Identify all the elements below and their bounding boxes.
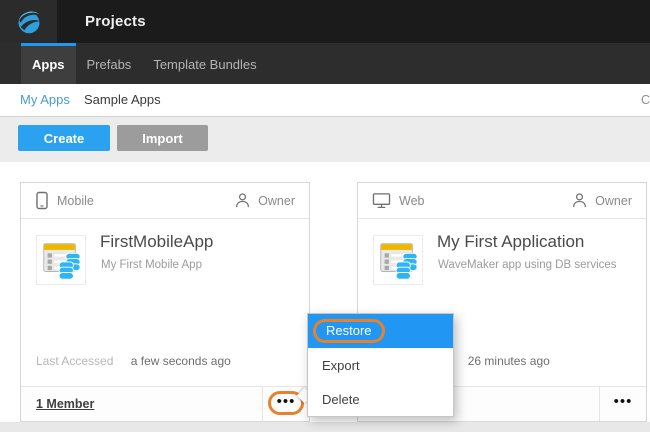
page-title: Projects <box>85 0 146 43</box>
wavemaker-logo[interactable] <box>0 0 57 43</box>
members-link[interactable]: 1 Member <box>36 397 94 411</box>
card-body: FirstMobileApp My First Mobile App Last … <box>21 219 309 386</box>
subnav-sample-apps[interactable]: Sample Apps <box>84 84 161 116</box>
tab-prefabs[interactable]: Prefabs <box>76 43 143 84</box>
page-background-strip <box>0 422 650 432</box>
sort-label-clipped[interactable]: Cr <box>641 84 650 116</box>
owner-badge: Owner <box>234 192 295 209</box>
last-accessed-value: a few seconds ago <box>131 354 231 368</box>
wavemaker-logo-icon <box>14 7 44 37</box>
mobile-icon <box>35 191 49 210</box>
app-description: WaveMaker app using DB services <box>438 259 617 271</box>
menu-item-export[interactable]: Export <box>308 348 453 382</box>
last-accessed-row: Last Accessed a few seconds ago <box>36 354 231 368</box>
person-icon <box>234 192 251 209</box>
app-name[interactable]: FirstMobileApp <box>100 232 213 252</box>
card-header: Web Owner <box>358 183 646 219</box>
context-menu: Restore Export Delete <box>307 313 454 417</box>
card-header: Mobile Owner <box>21 183 309 219</box>
tab-template-bundles[interactable]: Template Bundles <box>142 43 267 84</box>
owner-label: Owner <box>258 194 295 208</box>
menu-item-delete[interactable]: Delete <box>308 382 453 416</box>
annotation-ellipse-restore: Restore <box>313 319 385 343</box>
app-name[interactable]: My First Application <box>437 232 584 252</box>
members-cell: 1 Member <box>21 387 262 421</box>
app-description: My First Mobile App <box>101 259 202 271</box>
app-window-db-icon <box>38 237 84 283</box>
actions-toolbar: Create Import <box>0 117 650 162</box>
ellipsis-icon: ••• <box>277 397 296 411</box>
app-header: Projects <box>0 0 650 43</box>
app-window-db-icon <box>375 237 421 283</box>
web-icon <box>372 192 391 209</box>
last-accessed-label: Last Accessed <box>36 354 113 368</box>
import-button[interactable]: Import <box>117 125 208 151</box>
owner-label: Owner <box>595 194 632 208</box>
menu-item-restore[interactable]: Restore <box>308 314 453 348</box>
tab-apps[interactable]: Apps <box>21 43 76 84</box>
owner-badge: Owner <box>571 192 632 209</box>
create-button[interactable]: Create <box>18 125 110 151</box>
platform-label: Web <box>399 194 424 208</box>
app-db-icon[interactable] <box>36 235 86 285</box>
project-card-mobile: Mobile Owner <box>20 182 310 422</box>
app-db-icon[interactable] <box>373 235 423 285</box>
menu-item-label: Restore <box>326 323 372 338</box>
card-footer: 1 Member ••• <box>21 386 309 421</box>
subnav-my-apps[interactable]: My Apps <box>20 84 70 116</box>
ellipsis-icon: ••• <box>614 397 633 411</box>
last-accessed-value: 26 minutes ago <box>468 354 550 368</box>
platform-label: Mobile <box>57 194 94 208</box>
more-actions-button[interactable]: ••• <box>599 387 646 421</box>
main-tabbar: Apps Prefabs Template Bundles <box>0 43 650 84</box>
apps-subnav: My Apps Sample Apps Cr <box>0 84 650 117</box>
person-icon <box>571 192 588 209</box>
